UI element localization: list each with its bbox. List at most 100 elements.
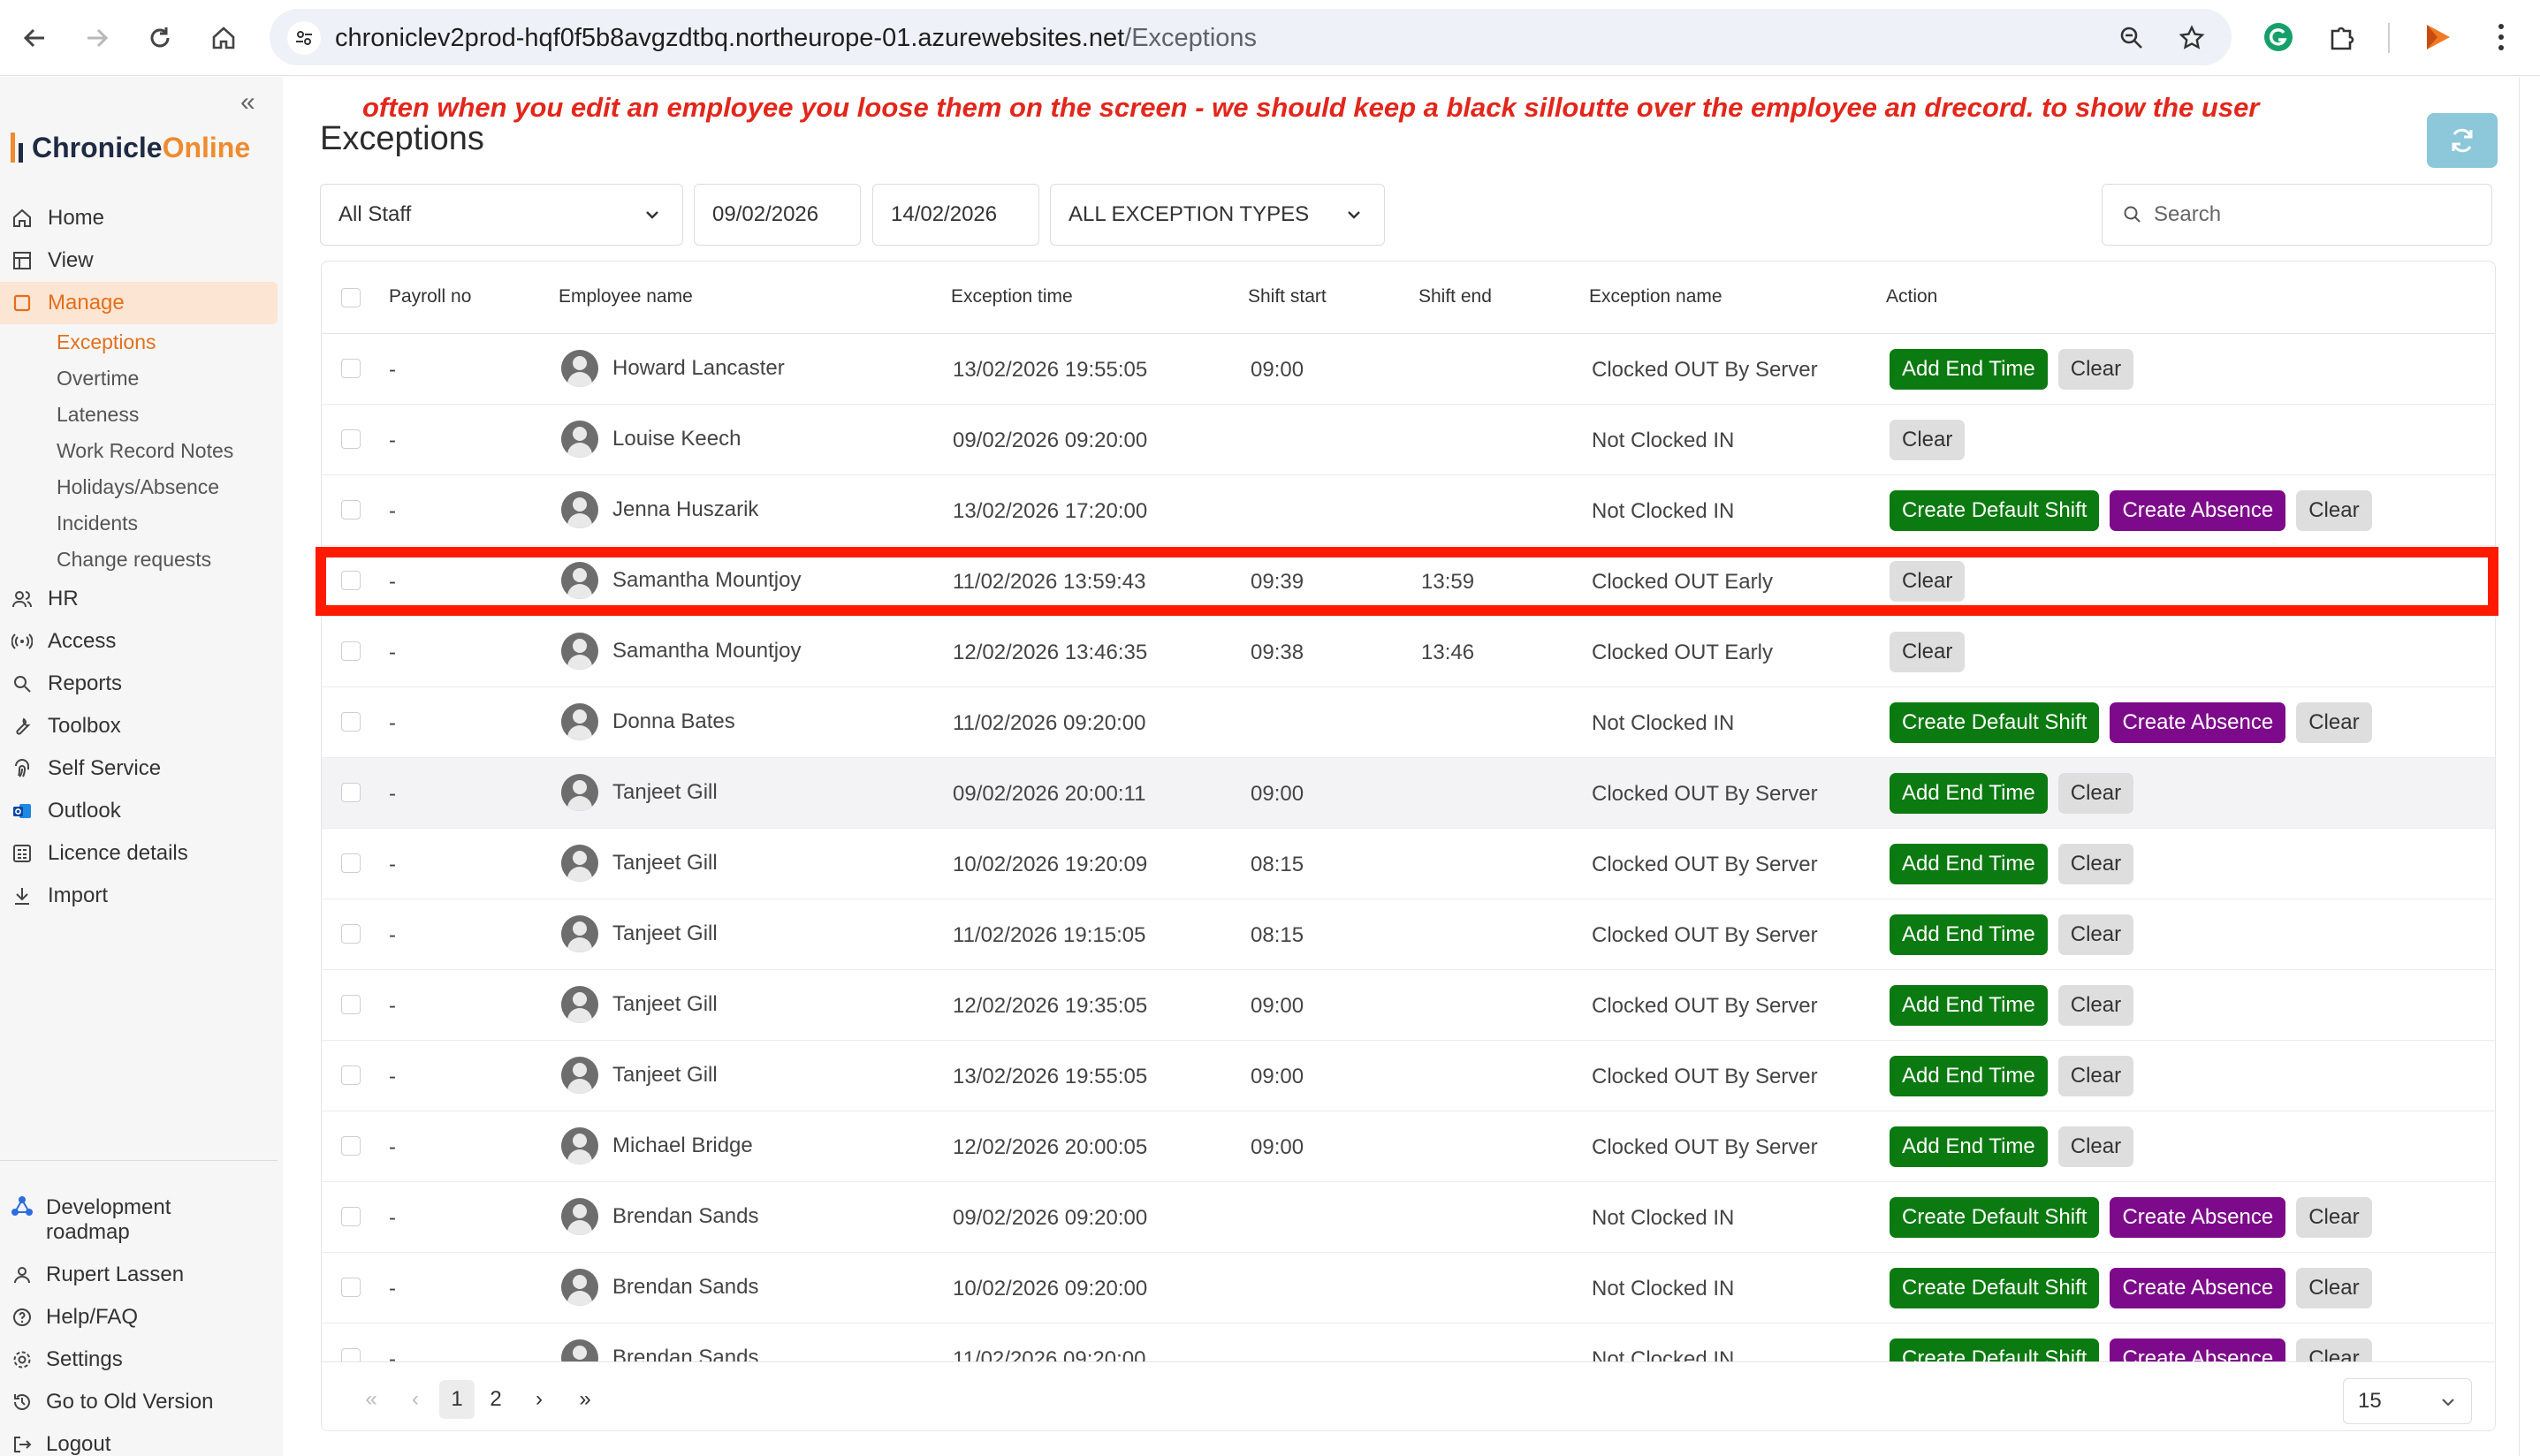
header-employee-name[interactable]: Employee name [559,286,693,307]
create-default-shift-button[interactable]: Create Default Shift [1890,702,2100,743]
add-end-time-button[interactable]: Add End Time [1890,1056,2048,1096]
refresh-button[interactable] [2427,113,2498,168]
create-absence-button[interactable]: Create Absence [2110,702,2286,743]
exception-type-select[interactable]: ALL EXCEPTION TYPES [1050,184,1385,246]
address-bar[interactable]: chroniclev2prod-hqf0f5b8avgzdtbq.northeu… [270,9,2232,65]
sidebar-item-view[interactable]: View [0,239,278,282]
header-exception-name[interactable]: Exception name [1589,286,1722,307]
employee-cell[interactable]: Tanjeet Gill [561,774,718,811]
row-checkbox[interactable] [341,429,361,449]
back-button[interactable] [12,16,57,60]
row-checkbox[interactable] [341,1207,361,1226]
row-checkbox[interactable] [341,641,361,661]
create-absence-button[interactable]: Create Absence [2110,1268,2286,1308]
clear-button[interactable]: Clear [2057,985,2134,1026]
site-info-icon[interactable] [287,21,321,55]
employee-cell[interactable]: Samantha Mountjoy [561,562,801,599]
table-row[interactable]: - Tanjeet Gill 11/02/2026 19:15:05 08:15 Clo… [322,899,2495,970]
sidebar-subitem-work-record-notes[interactable]: Work Record Notes [0,433,278,469]
clear-button[interactable]: Clear [2057,1056,2134,1096]
employee-cell[interactable]: Tanjeet Gill [561,845,718,882]
page-size-select[interactable]: 15 [2343,1378,2472,1424]
grammarly-icon[interactable] [2261,19,2296,55]
row-checkbox[interactable] [341,1065,361,1085]
sidebar-subitem-change-requests[interactable]: Change requests [0,542,278,578]
table-row[interactable]: - Howard Lancaster 13/02/2026 19:55:05 09:0… [322,334,2495,405]
sidebar-item-reports[interactable]: Reports [0,663,278,705]
bookmark-star-icon[interactable] [2177,23,2207,53]
create-absence-button[interactable]: Create Absence [2110,1338,2286,1361]
collapse-sidebar-icon[interactable]: « [240,87,255,118]
create-default-shift-button[interactable]: Create Default Shift [1890,490,2100,531]
row-checkbox[interactable] [341,359,361,378]
sidebar-item-settings[interactable]: Settings [0,1338,278,1381]
prev-page-button[interactable]: ‹ [398,1380,433,1419]
sidebar-item-user[interactable]: Rupert Lassen [0,1254,278,1296]
sidebar-item-toolbox[interactable]: Toolbox [0,705,278,747]
employee-cell[interactable]: Howard Lancaster [561,350,785,387]
zoom-icon[interactable] [2117,23,2147,53]
table-row[interactable]: - Brendan Sands 11/02/2026 09:20:00 Not Clo… [322,1323,2495,1361]
header-shift-end[interactable]: Shift end [1418,286,1492,307]
add-end-time-button[interactable]: Add End Time [1890,844,2048,884]
page-1-button[interactable]: 1 [439,1380,475,1419]
add-end-time-button[interactable]: Add End Time [1890,773,2048,814]
sidebar-item-self-service[interactable]: Self Service [0,747,278,790]
sidebar-item-old-version[interactable]: Go to Old Version [0,1381,278,1423]
sidebar-item-logout[interactable]: Logout [0,1423,278,1456]
clear-button[interactable]: Clear [2296,1197,2372,1238]
sidebar-item-licence-details[interactable]: Licence details [0,832,278,875]
row-checkbox[interactable] [341,1348,361,1361]
employee-cell[interactable]: Donna Bates [561,703,735,740]
clear-button[interactable]: Clear [2296,1338,2372,1361]
header-exception-time[interactable]: Exception time [951,286,1073,307]
browser-menu-icon[interactable] [2483,19,2519,55]
employee-cell[interactable]: Brendan Sands [561,1198,758,1235]
last-page-button[interactable]: » [567,1380,603,1419]
forward-button[interactable] [75,16,119,60]
table-row[interactable]: - Tanjeet Gill 13/02/2026 19:55:05 09:00 Clo… [322,1041,2495,1111]
sidebar-item-import[interactable]: Import [0,875,278,917]
staff-select[interactable]: All Staff [320,184,683,246]
clear-button[interactable]: Clear [2057,1126,2134,1167]
employee-cell[interactable]: Louise Keech [561,421,741,458]
table-row[interactable]: - Brendan Sands 10/02/2026 09:20:00 Not Clo… [322,1253,2495,1323]
employee-cell[interactable]: Tanjeet Gill [561,915,718,952]
employee-cell[interactable]: Tanjeet Gill [561,986,718,1023]
table-row[interactable]: - Brendan Sands 09/02/2026 09:20:00 Not Clo… [322,1182,2495,1253]
sidebar-item-manage[interactable]: Manage [0,282,278,324]
sidebar-subitem-holidays-absence[interactable]: Holidays/Absence [0,469,278,505]
clear-button[interactable]: Clear [1890,561,1966,602]
create-absence-button[interactable]: Create Absence [2110,1197,2286,1238]
row-checkbox[interactable] [341,571,361,590]
clear-button[interactable]: Clear [1890,632,1966,672]
clear-button[interactable]: Clear [2296,1268,2372,1308]
select-all-checkbox[interactable] [341,288,361,307]
sidebar-item-help[interactable]: Help/FAQ [0,1296,278,1338]
sidebar-subitem-lateness[interactable]: Lateness [0,397,278,433]
sidebar-item-outlook[interactable]: Outlook [0,790,278,832]
sidebar-item-home[interactable]: Home [0,197,278,239]
sidebar-item-access[interactable]: Access [0,620,278,663]
table-row[interactable]: - Louise Keech 09/02/2026 09:20:00 Not Cloc… [322,405,2495,475]
add-end-time-button[interactable]: Add End Time [1890,1126,2048,1167]
sidebar-subitem-incidents[interactable]: Incidents [0,505,278,542]
table-row[interactable]: - Michael Bridge 12/02/2026 20:00:05 09:00 C… [322,1111,2495,1182]
table-row[interactable]: - Tanjeet Gill 09/02/2026 20:00:11 09:00 Clo… [322,758,2495,829]
row-checkbox[interactable] [341,783,361,802]
clear-button[interactable]: Clear [2296,702,2372,743]
clear-button[interactable]: Clear [2057,349,2134,390]
first-page-button[interactable]: « [354,1380,389,1419]
page-2-button[interactable]: 2 [478,1380,513,1419]
page-scrollbar[interactable] [2519,77,2540,1456]
home-button[interactable] [202,16,246,60]
header-shift-start[interactable]: Shift start [1248,286,1327,307]
row-checkbox[interactable] [341,1278,361,1297]
add-end-time-button[interactable]: Add End Time [1890,349,2048,390]
reload-button[interactable] [138,16,182,60]
header-payroll-no[interactable]: Payroll no [389,286,471,307]
row-checkbox[interactable] [341,712,361,732]
sidebar-item-development-roadmap[interactable]: Development roadmap [0,1188,278,1254]
create-default-shift-button[interactable]: Create Default Shift [1890,1338,2100,1361]
row-checkbox[interactable] [341,853,361,873]
